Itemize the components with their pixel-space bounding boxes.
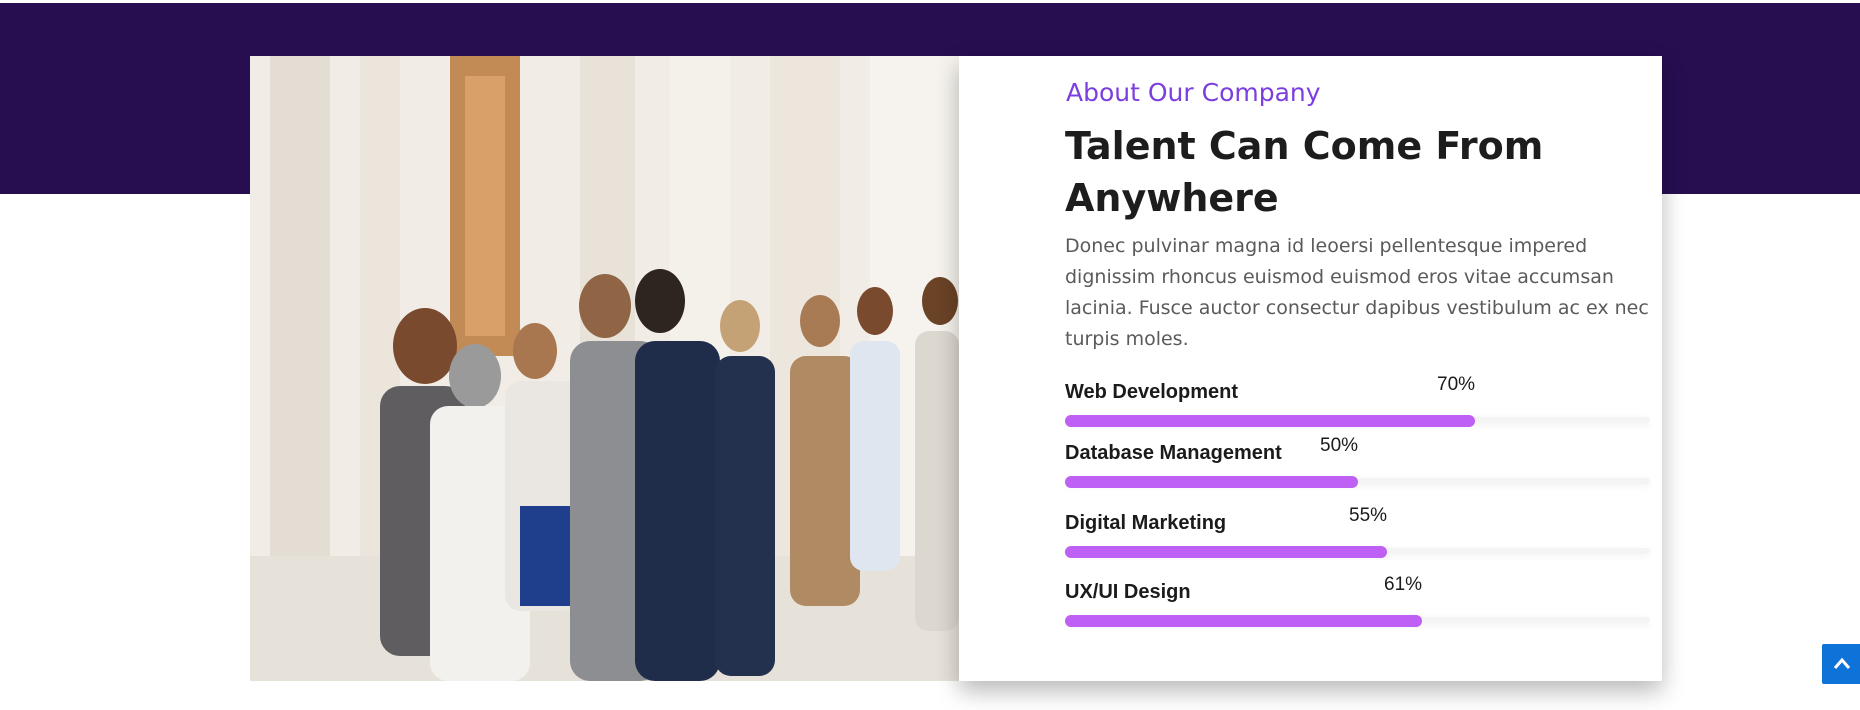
skill-progress-item: Web Development 70% [1065,374,1650,441]
skill-label: UX/UI Design [1065,581,1191,603]
progress-fill [1065,615,1422,627]
section-eyebrow: About Our Company [1066,78,1321,107]
skill-percent: 70% [1437,374,1476,395]
scroll-to-top-button[interactable] [1822,644,1860,684]
skill-label: Digital Marketing [1065,512,1227,534]
progress-fill [1065,415,1475,427]
skill-percent: 50% [1320,435,1359,456]
skill-label: Database Management [1065,442,1282,464]
skill-percent: 61% [1384,574,1423,595]
skill-percent: 55% [1349,505,1388,526]
chevron-up-icon [1833,657,1851,669]
skill-label: Web Development [1065,381,1238,403]
about-card: About Our Company Talent Can Come From A… [959,56,1662,681]
skill-progress-item: UX/UI Design 61% [1065,574,1650,641]
skill-progress-item: Database Management 50% [1065,435,1650,502]
progress-fill [1065,546,1387,558]
section-description: Donec pulvinar magna id leoersi pellente… [1065,235,1649,350]
skill-progress-item: Digital Marketing 55% [1065,505,1650,572]
team-photo [250,56,959,681]
page-title: Talent Can Come From Anywhere [1065,124,1544,220]
about-section: About Our Company Talent Can Come From A… [0,0,1860,710]
team-photo-illustration [250,56,959,681]
progress-fill [1065,476,1358,488]
